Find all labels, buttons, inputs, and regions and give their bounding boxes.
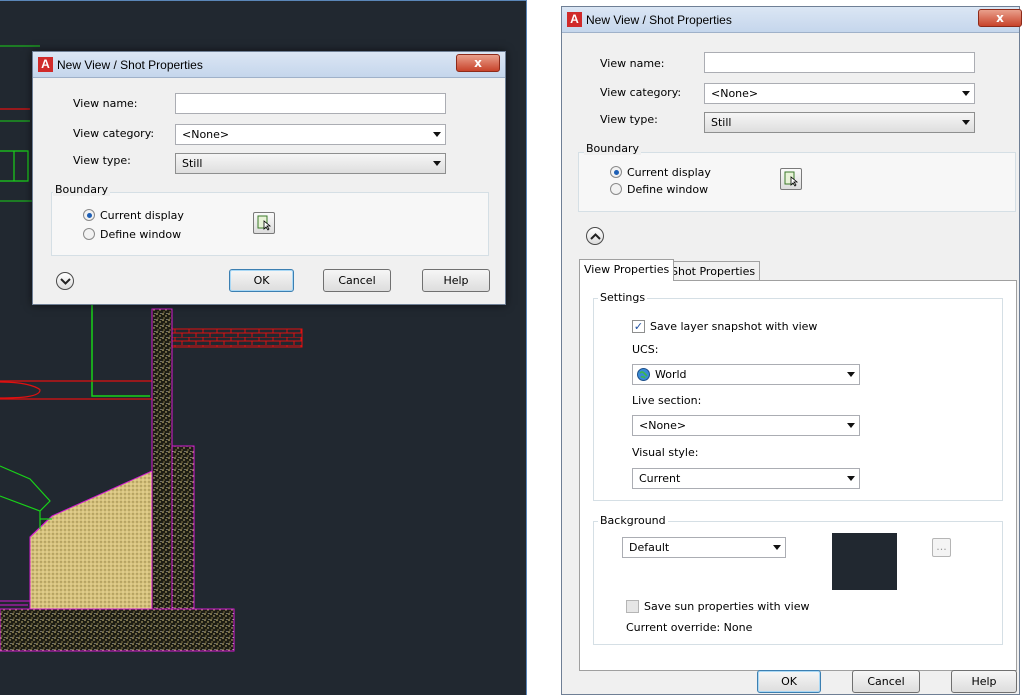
current-display-radio[interactable]: Current display xyxy=(610,165,711,179)
save-sun-label: Save sun properties with view xyxy=(644,600,810,613)
view-type-label: View type: xyxy=(73,154,131,167)
chevron-down-icon xyxy=(847,476,855,481)
view-name-label: View name: xyxy=(73,97,138,110)
define-window-pick-button[interactable] xyxy=(253,212,275,234)
view-properties-panel: Settings ✓ Save layer snapshot with view… xyxy=(579,280,1017,671)
visual-style-value: Current xyxy=(639,472,681,485)
background-title: Background xyxy=(598,514,668,527)
view-name-input[interactable] xyxy=(704,52,975,73)
background-combo[interactable]: Default xyxy=(622,537,786,558)
autocad-logo-icon: A xyxy=(567,12,582,27)
ucs-value: World xyxy=(655,368,687,381)
chevron-down-icon xyxy=(962,91,970,96)
ok-button[interactable]: OK xyxy=(229,269,294,292)
help-button[interactable]: Help xyxy=(422,269,490,292)
current-display-label: Current display xyxy=(100,208,184,222)
autocad-logo-icon: A xyxy=(38,57,53,72)
define-window-radio[interactable]: Define window xyxy=(610,182,708,196)
define-window-pick-icon xyxy=(257,215,272,231)
background-browse-button[interactable]: ... xyxy=(932,538,951,557)
view-category-label: View category: xyxy=(73,127,155,140)
view-type-combo[interactable]: Still xyxy=(704,112,975,133)
visual-style-label: Visual style: xyxy=(632,446,699,459)
tab-view-properties[interactable]: View Properties xyxy=(579,259,675,281)
save-layer-snapshot-label: Save layer snapshot with view xyxy=(650,320,818,333)
radio-selected-icon xyxy=(83,209,95,221)
view-name-input[interactable] xyxy=(175,93,446,114)
settings-title: Settings xyxy=(598,291,648,304)
save-sun-properties-checkbox[interactable]: Save sun properties with view xyxy=(626,600,809,613)
current-display-label: Current display xyxy=(627,165,711,179)
live-section-combo[interactable]: <None> xyxy=(632,415,860,436)
help-button[interactable]: Help xyxy=(951,670,1017,693)
ucs-label: UCS: xyxy=(632,343,659,356)
cancel-button[interactable]: Cancel xyxy=(323,269,391,292)
chevron-up-circle-icon xyxy=(590,233,601,240)
dialog-title: New View / Shot Properties xyxy=(586,13,732,27)
view-type-value: Still xyxy=(711,116,732,129)
view-category-combo[interactable]: <None> xyxy=(704,83,975,104)
close-button[interactable]: x xyxy=(978,9,1022,27)
view-type-value: Still xyxy=(182,157,203,170)
radio-unselected-icon xyxy=(610,183,622,195)
current-override-text: Current override: None xyxy=(626,621,753,634)
background-preview-swatch xyxy=(832,533,897,590)
checkbox-unchecked-icon xyxy=(626,600,639,613)
radio-selected-icon xyxy=(610,166,622,178)
define-window-label: Define window xyxy=(627,182,709,196)
checkmark-icon: ✓ xyxy=(632,320,645,333)
save-layer-snapshot-checkbox[interactable]: ✓ Save layer snapshot with view xyxy=(632,320,817,333)
define-window-pick-button[interactable] xyxy=(780,168,802,190)
tab-shot-properties[interactable]: Shot Properties xyxy=(666,261,761,281)
collapse-button[interactable] xyxy=(586,227,604,245)
chevron-down-icon xyxy=(962,120,970,125)
chevron-down-icon xyxy=(847,423,855,428)
ucs-combo[interactable]: World xyxy=(632,364,860,385)
large-dialog: A New View / Shot Properties x View name… xyxy=(561,6,1022,695)
chevron-down-icon xyxy=(847,372,855,377)
view-name-label: View name: xyxy=(600,57,665,70)
live-section-value: <None> xyxy=(639,419,687,432)
large-dialog-titlebar[interactable]: A New View / Shot Properties x xyxy=(562,7,1022,33)
globe-icon xyxy=(637,368,650,381)
background-value: Default xyxy=(629,541,670,554)
live-section-label: Live section: xyxy=(632,394,702,407)
expand-button[interactable] xyxy=(56,272,74,290)
visual-style-combo[interactable]: Current xyxy=(632,468,860,489)
small-dialog-titlebar[interactable]: A New View / Shot Properties x xyxy=(33,52,505,78)
view-category-combo[interactable]: <None> xyxy=(175,124,446,145)
view-category-value: <None> xyxy=(711,87,759,100)
chevron-down-icon xyxy=(773,545,781,550)
view-category-label: View category: xyxy=(600,86,682,99)
view-type-combo[interactable]: Still xyxy=(175,153,446,174)
cancel-button[interactable]: Cancel xyxy=(852,670,920,693)
radio-unselected-icon xyxy=(83,228,95,240)
ok-button[interactable]: OK xyxy=(757,670,821,693)
define-window-pick-icon xyxy=(784,171,799,187)
define-window-radio[interactable]: Define window xyxy=(83,227,181,241)
view-type-label: View type: xyxy=(600,113,658,126)
small-dialog: A New View / Shot Properties x View name… xyxy=(32,51,506,305)
current-display-radio[interactable]: Current display xyxy=(83,208,184,222)
chevron-down-icon xyxy=(433,132,441,137)
close-button[interactable]: x xyxy=(456,54,500,72)
dialog-title: New View / Shot Properties xyxy=(57,58,203,72)
chevron-down-icon xyxy=(433,161,441,166)
boundary-title: Boundary xyxy=(584,142,641,155)
define-window-label: Define window xyxy=(100,227,182,241)
boundary-title: Boundary xyxy=(53,183,110,196)
view-category-value: <None> xyxy=(182,128,230,141)
chevron-down-circle-icon xyxy=(60,278,71,285)
